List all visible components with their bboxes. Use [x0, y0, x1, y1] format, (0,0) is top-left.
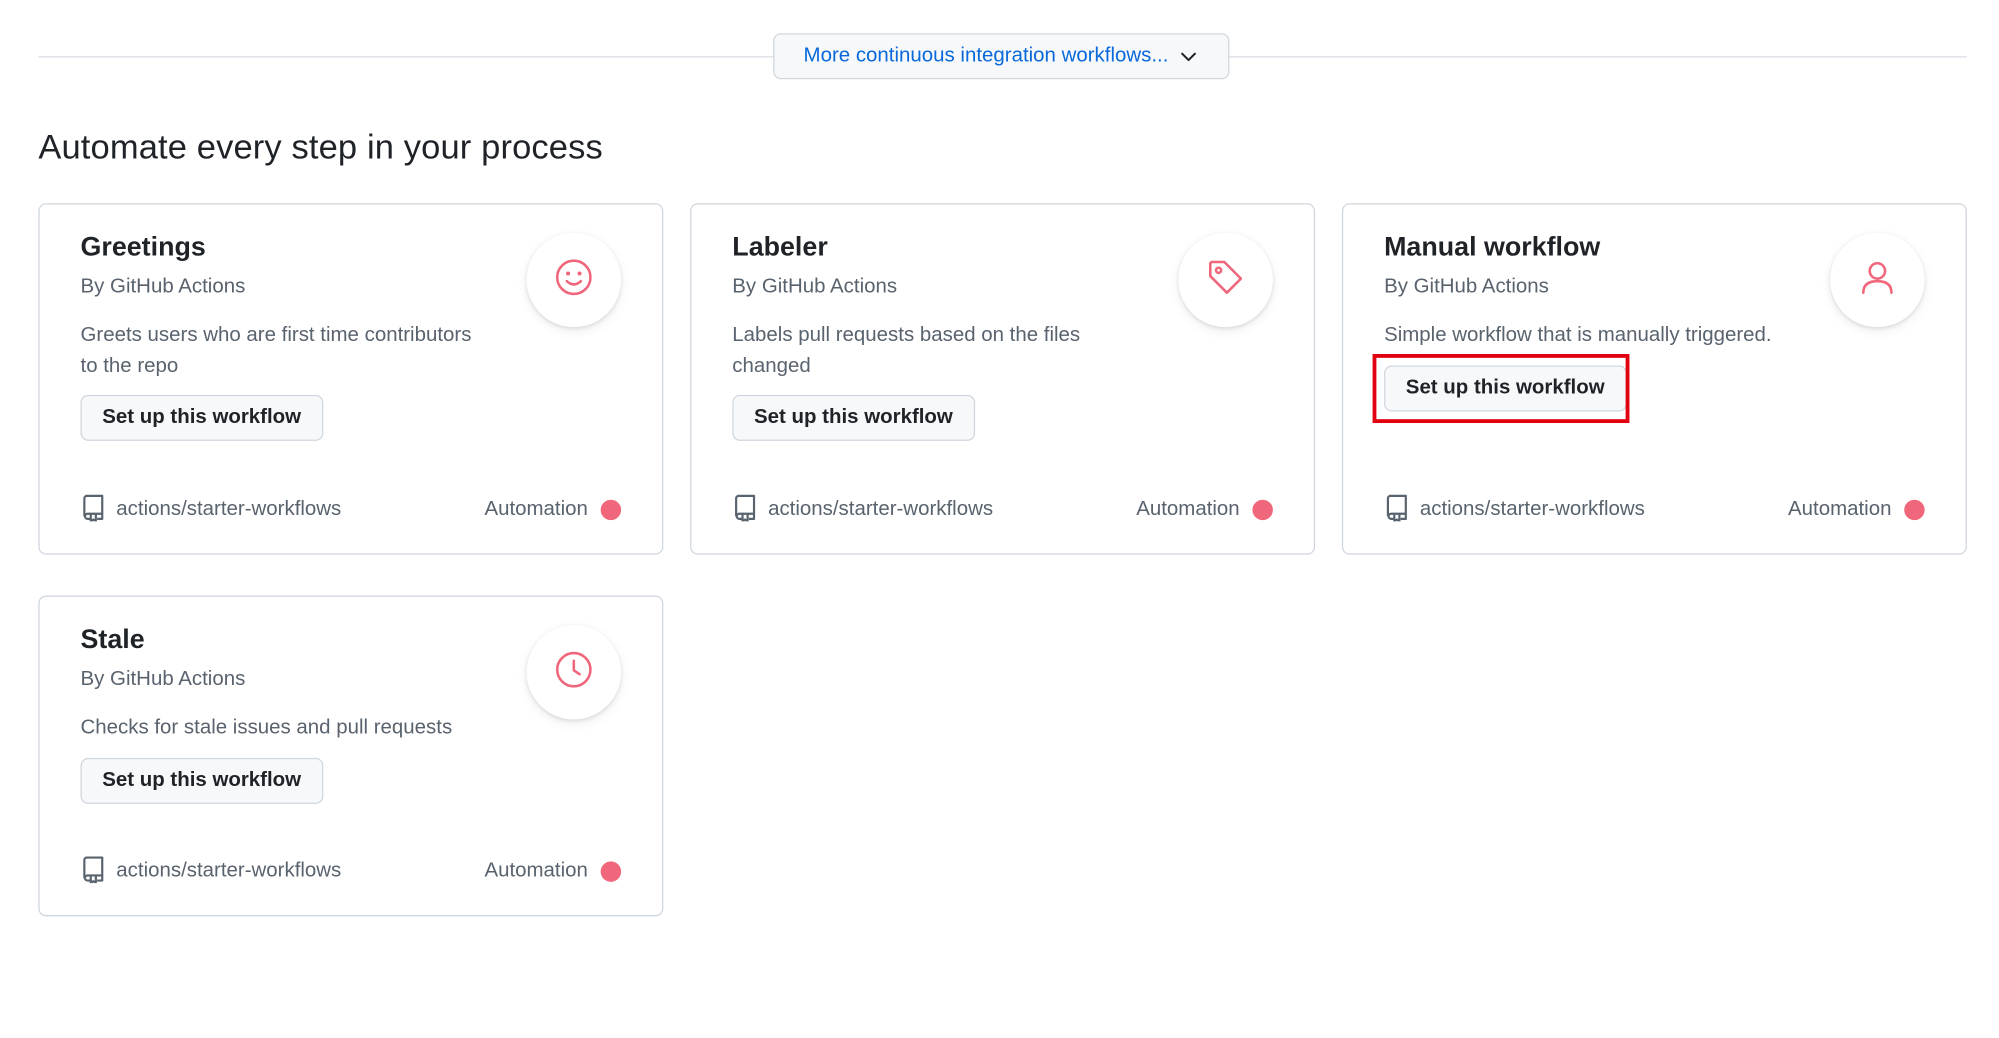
- card-icon-badge: [1178, 232, 1273, 328]
- card-title: Labeler: [732, 232, 828, 262]
- card-icon-badge: [526, 232, 622, 328]
- category-dot: [600, 499, 622, 521]
- card-author: By GitHub Actions: [80, 668, 246, 691]
- page: More continuous integration workflows...…: [0, 0, 1999, 1037]
- category-dot: [1904, 499, 1925, 521]
- category-dot: [1252, 499, 1273, 521]
- card-title: Stale: [80, 624, 145, 655]
- person-icon: [1857, 256, 1898, 303]
- category-name: Automation: [1788, 498, 1892, 521]
- clock-icon: [553, 649, 594, 696]
- repo-name: actions/starter-workflows: [1419, 498, 1645, 521]
- content-area: More continuous integration workflows...…: [0, 0, 1999, 1038]
- card-icon-badge: [1830, 232, 1925, 328]
- card-description: Labels pull requests based on the files …: [732, 324, 1081, 378]
- more-workflows-button[interactable]: More continuous integration workflows...: [773, 33, 1230, 80]
- card-author: By GitHub Actions: [1384, 276, 1549, 298]
- category-label: Automation: [1136, 498, 1273, 521]
- tag-icon: [1205, 256, 1246, 303]
- category-label: Automation: [1788, 498, 1925, 521]
- repo-link[interactable]: actions/starter-workflows: [1384, 493, 1645, 528]
- category-name: Automation: [484, 860, 588, 882]
- chevron-down-icon: [1179, 46, 1199, 66]
- more-workflows-label: More continuous integration workflows...: [803, 44, 1169, 67]
- card-author: By GitHub Actions: [80, 276, 246, 298]
- card-icon-badge: [526, 624, 622, 720]
- category-dot: [600, 861, 622, 882]
- category-name: Automation: [484, 498, 588, 521]
- category-name: Automation: [1136, 498, 1240, 521]
- repo-name: actions/starter-workflows: [116, 860, 342, 882]
- card-description: Greets users who are first time contribu…: [80, 324, 472, 378]
- setup-workflow-button[interactable]: Set up this workflow: [732, 394, 975, 441]
- repo-name: actions/starter-workflows: [768, 498, 994, 521]
- setup-workflow-button[interactable]: Set up this workflow: [80, 757, 323, 804]
- section-title: Automate every step in your process: [38, 127, 603, 167]
- workflow-card-labeler: Labeler By GitHub Actions Labels pull re…: [690, 203, 1316, 555]
- workflow-card-greetings: Greetings By GitHub Actions Greets users…: [38, 203, 664, 555]
- setup-workflow-button[interactable]: Set up this workflow: [1384, 365, 1627, 412]
- card-footer: actions/starter-workflows Automation: [81, 854, 622, 889]
- card-footer: actions/starter-workflows Automation: [732, 493, 1273, 528]
- card-title: Manual workflow: [1384, 232, 1601, 262]
- card-description: Checks for stale issues and pull request…: [80, 716, 453, 739]
- card-author: By GitHub Actions: [732, 276, 898, 298]
- repo-icon: [732, 493, 758, 528]
- repo-icon: [1384, 493, 1410, 528]
- category-label: Automation: [484, 498, 622, 521]
- repo-name: actions/starter-workflows: [116, 498, 342, 521]
- repo-link[interactable]: actions/starter-workflows: [81, 854, 342, 889]
- repo-icon: [81, 493, 107, 528]
- smiley-icon: [553, 256, 594, 303]
- category-label: Automation: [484, 860, 622, 883]
- card-description: Simple workflow that is manually trigger…: [1384, 324, 1772, 347]
- card-title: Greetings: [80, 232, 206, 262]
- repo-icon: [81, 854, 107, 889]
- repo-link[interactable]: actions/starter-workflows: [732, 493, 993, 528]
- workflow-card-manual-workflow: Manual workflow By GitHub Actions Simple…: [1341, 203, 1967, 555]
- card-footer: actions/starter-workflows Automation: [81, 493, 622, 528]
- repo-link[interactable]: actions/starter-workflows: [81, 493, 342, 528]
- card-footer: actions/starter-workflows Automation: [1384, 493, 1925, 528]
- setup-workflow-button[interactable]: Set up this workflow: [80, 394, 323, 441]
- workflow-card-stale: Stale By GitHub Actions Checks for stale…: [38, 595, 664, 917]
